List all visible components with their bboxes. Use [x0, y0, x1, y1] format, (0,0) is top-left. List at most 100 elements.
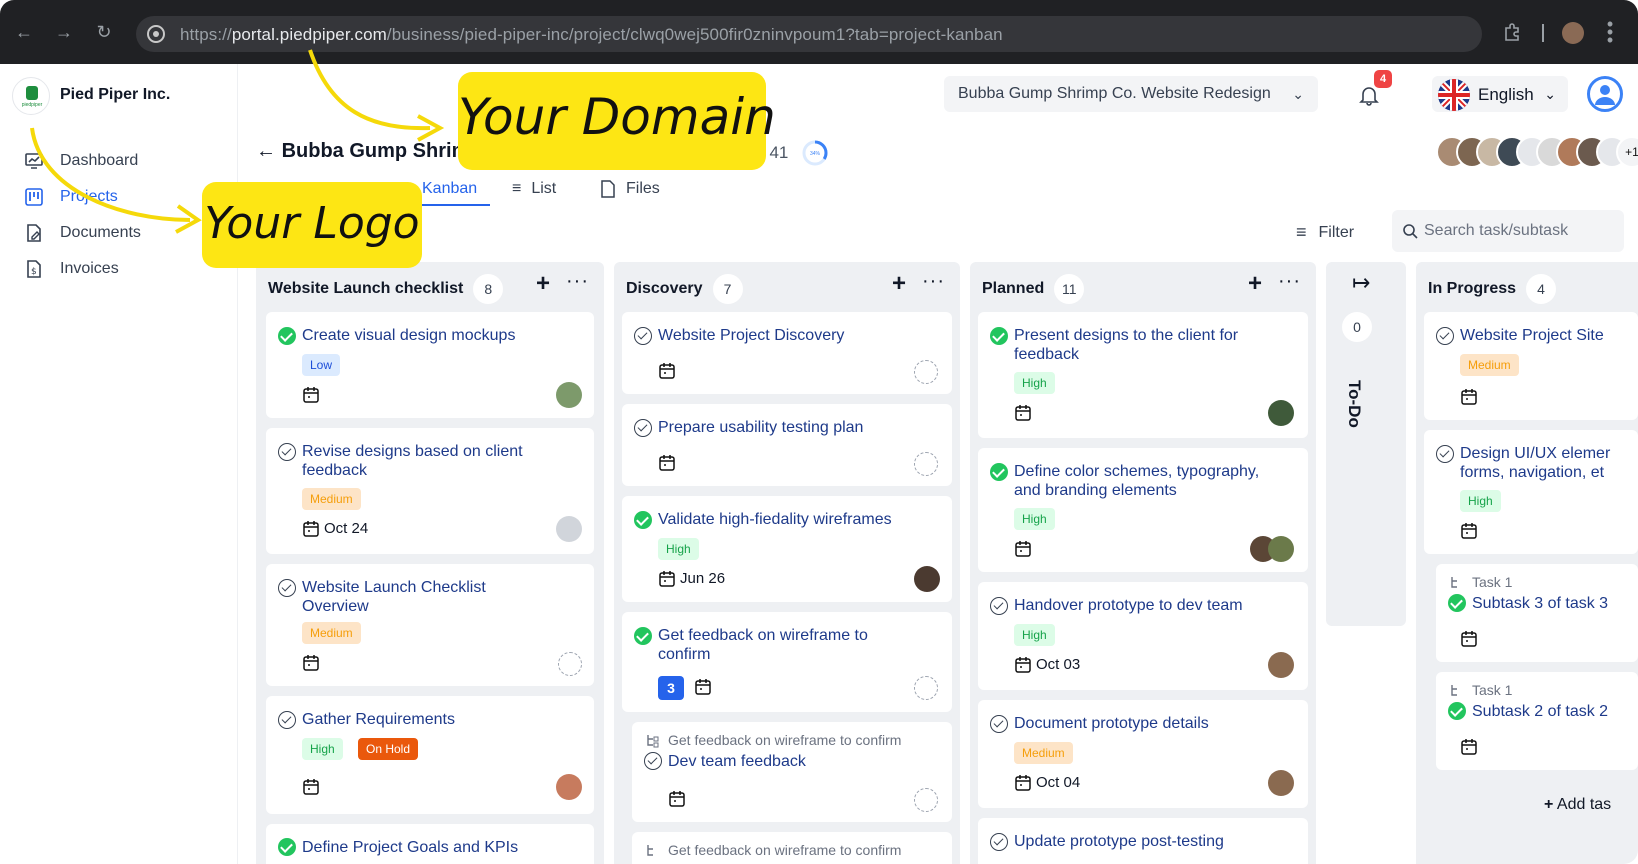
assignee-avatar[interactable] — [556, 382, 582, 408]
add-assignee-icon[interactable] — [914, 676, 938, 700]
column-menu-button[interactable]: ··· — [1278, 270, 1301, 293]
collapsed-column[interactable]: ↦ 0 To-Do — [1326, 262, 1406, 626]
task-card[interactable]: Define color schemes, typography, and bra… — [978, 448, 1308, 572]
task-title: Subtask 3 of task 3 — [1472, 595, 1609, 612]
task-card[interactable]: Update prototype post-testing — [978, 818, 1308, 864]
assignee-avatar[interactable] — [1268, 536, 1294, 562]
calendar-icon[interactable] — [302, 778, 320, 796]
add-assignee-icon[interactable] — [914, 360, 938, 384]
task-card[interactable]: Gather Requirements High On Hold — [266, 696, 594, 814]
calendar-icon[interactable] — [1014, 656, 1032, 674]
url-text[interactable]: https://portal.piedpiper.com/business/pi… — [180, 25, 1003, 45]
tab-kanban[interactable]: Kanban — [422, 180, 477, 198]
calendar-icon[interactable] — [1460, 522, 1478, 540]
org-name[interactable]: Pied Piper Inc. — [60, 86, 170, 104]
leaf-icon — [26, 86, 38, 100]
address-bar[interactable]: https://portal.piedpiper.com/business/pi… — [136, 16, 1482, 52]
extensions-icon[interactable] — [1502, 22, 1522, 42]
assignee-avatar[interactable] — [556, 516, 582, 542]
task-card[interactable]: Website Project Site Medium — [1424, 312, 1638, 420]
browser-menu-icon[interactable]: • • • — [1605, 15, 1615, 49]
subtask-card[interactable]: Get feedback on wireframe to confirm — [632, 832, 952, 864]
task-title: Present designs to the client for feedbac… — [1014, 327, 1239, 363]
filter-button[interactable]: ≡ Filter — [1296, 222, 1354, 243]
task-title: Website Project Discovery — [658, 327, 845, 344]
task-card[interactable]: Create visual design mockups Low — [266, 312, 594, 418]
column-menu-button[interactable]: ··· — [922, 270, 945, 293]
sidebar-item-projects[interactable]: Projects — [24, 184, 118, 210]
calendar-icon[interactable] — [658, 362, 676, 380]
open-status-icon — [634, 327, 652, 345]
task-card[interactable]: Design UI/UX elemer forms, navigation, et… — [1424, 430, 1638, 554]
sidebar-item-invoices[interactable]: $ Invoices — [24, 256, 119, 282]
tab-list[interactable]: ≡ List — [512, 180, 556, 198]
calendar-icon[interactable] — [1014, 540, 1032, 558]
add-assignee-icon[interactable] — [558, 652, 582, 676]
org-logo[interactable]: piedpiper — [12, 77, 50, 115]
site-settings-icon[interactable] — [146, 24, 166, 44]
task-card[interactable]: Present designs to the client for feedbac… — [978, 312, 1308, 438]
assignee-avatar[interactable] — [1268, 652, 1294, 678]
add-card-button[interactable]: + — [536, 270, 550, 298]
assignee-avatar[interactable] — [556, 774, 582, 800]
calendar-icon[interactable] — [694, 678, 712, 696]
assignee-avatar[interactable] — [1268, 400, 1294, 426]
calendar-icon[interactable] — [302, 386, 320, 404]
task-title: Prepare usability testing plan — [658, 419, 864, 436]
open-status-icon — [278, 711, 296, 729]
calendar-icon[interactable] — [658, 454, 676, 472]
calendar-icon[interactable] — [1460, 738, 1478, 756]
column-menu-button[interactable]: ··· — [566, 270, 589, 293]
assignee-avatar[interactable] — [914, 566, 940, 592]
task-card[interactable]: Website Project Discovery — [622, 312, 952, 394]
sidebar-item-documents[interactable]: Documents — [24, 220, 141, 246]
calendar-icon[interactable] — [658, 570, 676, 588]
kanban-column: Planned 11 + ··· Present designs to the c… — [970, 262, 1316, 864]
calendar-icon[interactable] — [302, 520, 320, 538]
subtask-card[interactable]: Task 1 Subtask 3 of task 3 — [1436, 564, 1638, 662]
back-arrow-icon[interactable]: ← — [256, 140, 276, 162]
calendar-icon[interactable] — [1014, 774, 1032, 792]
reload-icon[interactable]: ↻ — [94, 22, 114, 42]
task-card[interactable]: Document prototype details Medium Oct 04 — [978, 700, 1308, 808]
calendar-icon[interactable] — [1014, 404, 1032, 422]
open-status-icon — [278, 443, 296, 461]
search-input[interactable]: Search task/subtask — [1392, 210, 1624, 252]
toolbar-divider — [1542, 24, 1544, 42]
expand-column-icon[interactable]: ↦ — [1352, 270, 1370, 296]
calendar-icon[interactable] — [302, 654, 320, 672]
task-card[interactable]: Validate high-fiedality wireframes High … — [622, 496, 952, 602]
add-assignee-icon[interactable] — [914, 452, 938, 476]
add-card-button[interactable]: + — [892, 270, 906, 298]
task-card[interactable]: Prepare usability testing plan — [622, 404, 952, 486]
calendar-icon[interactable] — [1460, 388, 1478, 406]
tab-files[interactable]: Files — [600, 180, 660, 198]
add-assignee-icon[interactable] — [914, 788, 938, 812]
calendar-icon[interactable] — [1460, 630, 1478, 648]
open-status-icon — [1436, 327, 1454, 345]
add-task-button[interactable]: + Add tas — [1544, 796, 1611, 814]
task-card[interactable]: Revise designs based on client feedback M… — [266, 428, 594, 554]
open-status-icon — [990, 715, 1008, 733]
subtask-count-badge: 3 — [658, 676, 684, 700]
forward-arrow-icon[interactable]: → — [54, 22, 74, 42]
column-header: Website Launch checklist 8 — [268, 274, 504, 304]
subtask-icon — [647, 845, 653, 856]
task-card[interactable]: Define Project Goals and KPIs — [266, 824, 594, 864]
task-card[interactable]: Get feedback on wireframe to confirm 3 — [622, 612, 952, 712]
logo-wordmark: piedpiper — [21, 102, 43, 108]
add-card-button[interactable]: + — [1248, 270, 1262, 298]
language-selector[interactable]: English ⌄ — [1432, 76, 1568, 112]
browser-profile-avatar[interactable] — [1562, 22, 1584, 44]
assignee-avatar[interactable] — [1268, 770, 1294, 796]
subtask-card[interactable]: Task 1 Subtask 2 of task 2 — [1436, 672, 1638, 770]
project-selector[interactable]: Bubba Gump Shrimp Co. Website Redesign ⌄ — [944, 76, 1318, 112]
sidebar-item-dashboard[interactable]: Dashboard — [24, 148, 138, 174]
subtask-card[interactable]: Get feedback on wireframe to confirm Dev… — [632, 722, 952, 822]
user-avatar[interactable] — [1587, 76, 1623, 112]
priority-badge: High — [1014, 372, 1055, 394]
calendar-icon[interactable] — [668, 790, 686, 808]
task-card[interactable]: Website Launch Checklist Overview Medium — [266, 564, 594, 686]
task-card[interactable]: Handover prototype to dev team High Oct … — [978, 582, 1308, 690]
back-arrow-icon[interactable]: ← — [14, 22, 34, 42]
